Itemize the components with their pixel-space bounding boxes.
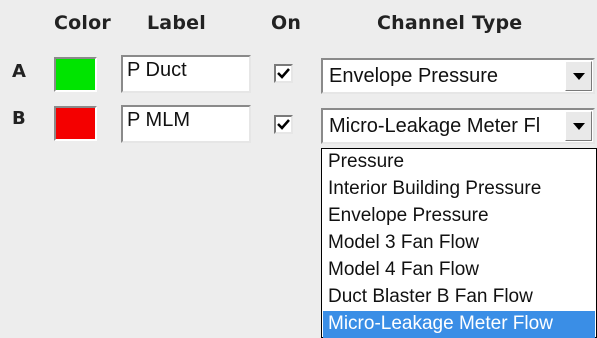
dropdown-option[interactable]: Pressure (323, 149, 595, 176)
channel-b-on-checkbox[interactable] (274, 115, 293, 134)
channel-a-type-dropdown-button[interactable] (565, 61, 592, 91)
channel-a-type-select[interactable]: Envelope Pressure (321, 58, 595, 94)
channel-b-type-dropdown-button[interactable] (565, 111, 592, 141)
channel-a-on-checkbox[interactable] (274, 64, 293, 83)
checkmark-icon (277, 68, 290, 79)
dropdown-option[interactable]: Duct Blaster B Fan Flow (323, 284, 595, 311)
channel-b-label: B (12, 108, 26, 129)
dropdown-option-selected[interactable]: Micro-Leakage Meter Flow (323, 311, 595, 338)
channel-type-column-header: Channel Type (377, 12, 523, 34)
channel-b-color-swatch[interactable] (54, 106, 97, 141)
color-column-header: Color (54, 12, 111, 34)
on-column-header: On (271, 12, 302, 34)
dropdown-option[interactable]: Envelope Pressure (323, 203, 595, 230)
channel-a-type-value: Envelope Pressure (329, 65, 498, 87)
checkmark-icon (277, 119, 290, 130)
channel-b-label-input[interactable]: P MLM (121, 105, 251, 143)
dropdown-option[interactable]: Model 4 Fan Flow (323, 257, 595, 284)
label-column-header: Label (147, 12, 206, 34)
dropdown-option[interactable]: Interior Building Pressure (323, 176, 595, 203)
chevron-down-icon (573, 73, 585, 80)
channel-b-type-value: Micro-Leakage Meter Fl (329, 115, 541, 137)
channel-b-type-select[interactable]: Micro-Leakage Meter Fl (321, 108, 595, 144)
channel-a-label-input[interactable]: P Duct (121, 55, 251, 93)
dropdown-option[interactable]: Model 3 Fan Flow (323, 230, 595, 257)
channel-settings-panel: Color Label On Channel Type A P Duct Env… (0, 0, 597, 338)
channel-type-dropdown-list: Pressure Interior Building Pressure Enve… (321, 148, 597, 338)
channel-a-label: A (12, 61, 26, 82)
chevron-down-icon (573, 123, 585, 130)
channel-a-color-swatch[interactable] (54, 57, 97, 92)
